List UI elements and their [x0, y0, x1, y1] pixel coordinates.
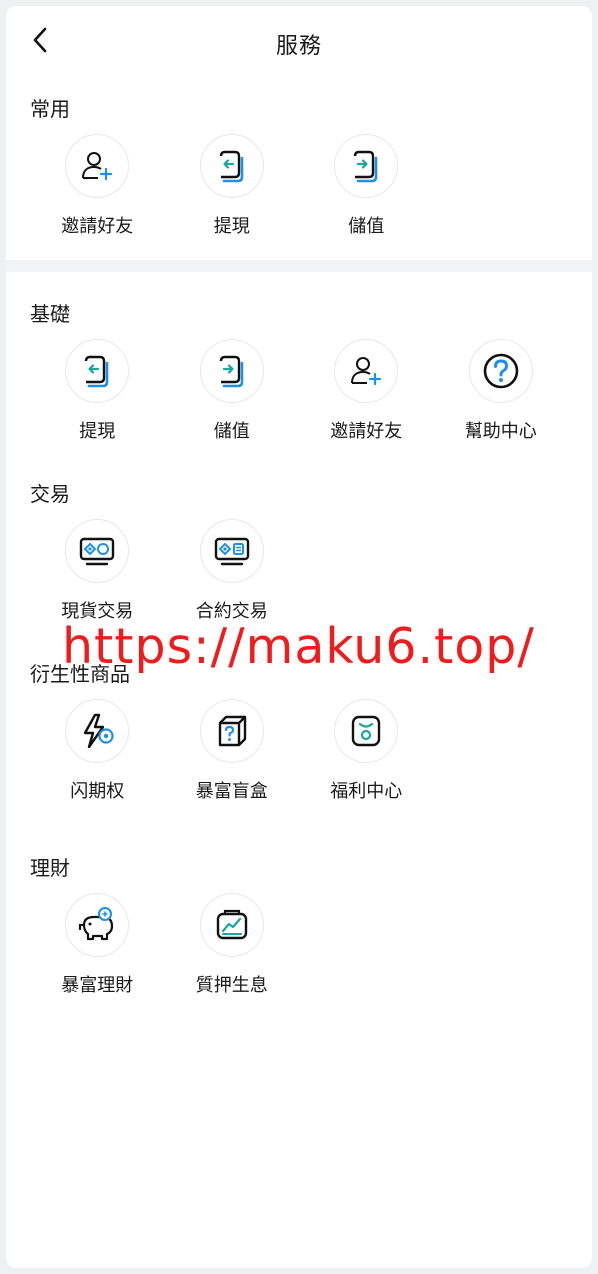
- section-title: 交易: [30, 482, 70, 506]
- icon-circle: [199, 339, 264, 403]
- icon-circle: [199, 893, 264, 957]
- service-mystery-box[interactable]: 暴富盲盒: [165, 699, 300, 805]
- service-label: 提現: [79, 421, 116, 442]
- service-label: 儲值: [348, 216, 385, 237]
- page-title: 服務: [275, 34, 322, 59]
- service-welfare-center[interactable]: 福利中心: [299, 699, 434, 805]
- staking-chart-icon: [216, 909, 247, 940]
- section-title: 衍生性商品: [30, 662, 130, 686]
- deposit-icon: [354, 150, 378, 183]
- service-label: 提現: [213, 216, 250, 237]
- icon-circle: [65, 519, 130, 583]
- mystery-box-icon: [218, 715, 246, 747]
- service-contract-trading[interactable]: 合約交易: [165, 519, 300, 625]
- service-label: 質押生息: [195, 975, 268, 996]
- icon-circle: [334, 134, 399, 198]
- service-label: 闪期权: [70, 781, 125, 802]
- header: 服務: [6, 6, 592, 78]
- service-deposit[interactable]: 儲值: [165, 339, 300, 445]
- icon-circle: [334, 339, 399, 403]
- item-grid: 現貨交易 合約交易: [6, 519, 592, 625]
- contract-trading-icon: [214, 537, 249, 566]
- icon-circle: [199, 699, 264, 763]
- service-withdraw[interactable]: 提現: [30, 339, 165, 445]
- service-label: 暴富理財: [61, 975, 134, 996]
- icon-circle: [65, 893, 130, 957]
- service-label: 福利中心: [330, 781, 403, 802]
- user-add-icon: [351, 357, 382, 386]
- item-grid: 闪期权 暴富盲盒 福利中心: [6, 699, 592, 805]
- service-label: 儲值: [213, 421, 250, 442]
- section-basic: 基礎 提現 儲值 邀請好友 幫助中心: [6, 299, 592, 445]
- services-page: 服務 常用 邀請好友 提現 儲值 基礎 提現 儲值 邀請好友 幫助中心 交易 現…: [6, 6, 592, 1268]
- welfare-icon: [352, 715, 381, 747]
- item-grid: 邀請好友 提現 儲值: [6, 134, 592, 240]
- service-deposit[interactable]: 儲值: [299, 134, 434, 240]
- service-staking[interactable]: 質押生息: [165, 893, 300, 999]
- section-title: 常用: [30, 97, 70, 121]
- withdraw-icon: [85, 355, 109, 388]
- service-label: 邀請好友: [61, 216, 134, 237]
- service-invite-friends[interactable]: 邀請好友: [299, 339, 434, 445]
- service-spot-trading[interactable]: 現貨交易: [30, 519, 165, 625]
- service-wealth-management[interactable]: 暴富理財: [30, 893, 165, 999]
- icon-circle: [334, 699, 399, 763]
- section-derivatives: 衍生性商品 闪期权 暴富盲盒 福利中心: [6, 659, 592, 805]
- icon-circle: [199, 519, 264, 583]
- user-add-icon: [82, 152, 113, 181]
- item-grid: 暴富理財 質押生息: [6, 893, 592, 999]
- icon-circle: [65, 339, 130, 403]
- section-common: 常用 邀請好友 提現 儲值: [6, 94, 592, 240]
- service-withdraw[interactable]: 提現: [165, 134, 300, 240]
- service-label: 邀請好友: [330, 421, 403, 442]
- flash-option-icon: [84, 713, 114, 749]
- service-label: 合約交易: [195, 601, 268, 622]
- icon-circle: [65, 134, 130, 198]
- section-wealth: 理財 暴富理財 質押生息: [6, 853, 592, 999]
- service-label: 暴富盲盒: [195, 781, 268, 802]
- help-icon: [483, 353, 519, 389]
- withdraw-icon: [219, 150, 244, 183]
- section-trading: 交易 現貨交易 合約交易: [6, 479, 592, 625]
- service-label: 現貨交易: [61, 601, 134, 622]
- piggy-bank-icon: [79, 907, 114, 941]
- service-flash-option[interactable]: 闪期权: [30, 699, 165, 805]
- item-grid: 提現 儲值 邀請好友 幫助中心: [6, 339, 592, 445]
- section-title: 基礎: [30, 302, 70, 326]
- icon-circle: [65, 699, 130, 763]
- icon-circle: [468, 339, 533, 403]
- section-title: 理財: [30, 856, 70, 880]
- service-help-center[interactable]: 幫助中心: [434, 339, 569, 445]
- service-invite-friends[interactable]: 邀請好友: [30, 134, 165, 240]
- service-label: 幫助中心: [464, 421, 537, 442]
- spot-trading-icon: [80, 537, 115, 566]
- icon-circle: [199, 134, 264, 198]
- section-divider: [6, 260, 592, 272]
- deposit-icon: [219, 355, 244, 388]
